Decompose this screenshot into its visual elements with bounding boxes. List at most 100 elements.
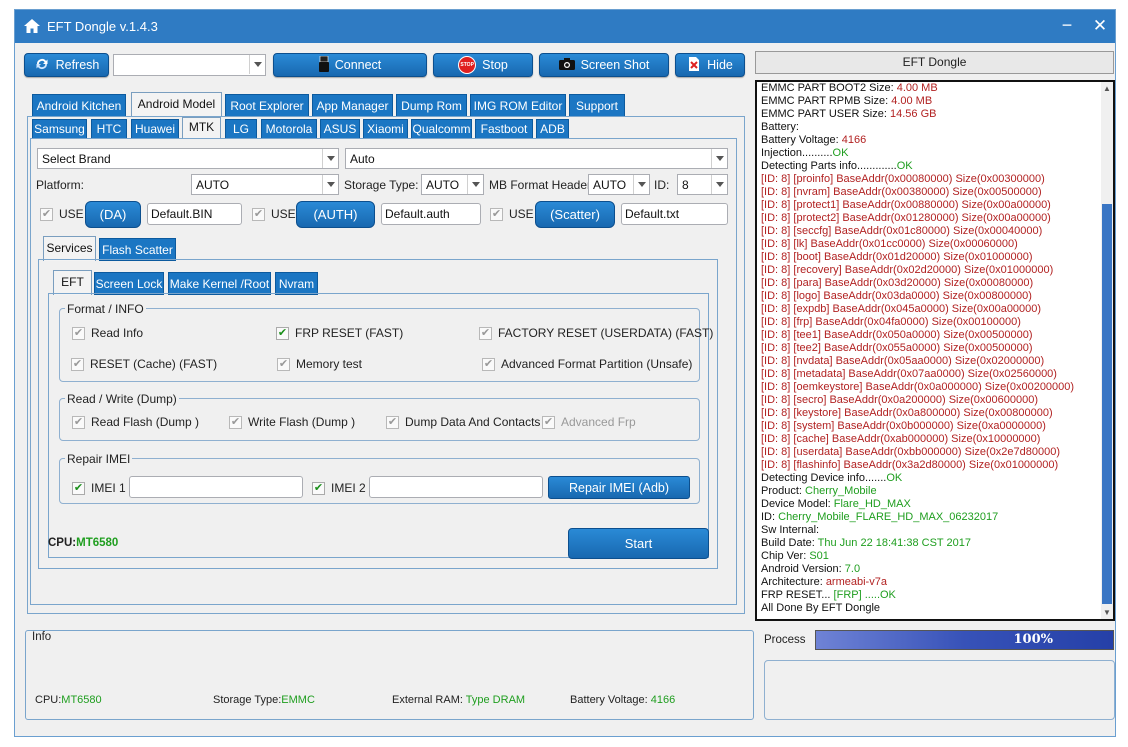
memory-test-checkbox[interactable]: ✔ Memory test [277, 357, 362, 371]
tab-qualcomm[interactable]: Qualcomm [411, 119, 472, 139]
tab-screen-lock[interactable]: Screen Lock [94, 272, 164, 295]
tab-root-explorer[interactable]: Root Explorer [225, 94, 309, 117]
tab-flash-scatter[interactable]: Flash Scatter [99, 238, 176, 261]
chevron-down-icon[interactable] [322, 149, 338, 168]
log-text: [ID: 8] [system] BaseAddr(0x0b000000) Si… [761, 420, 1046, 432]
close-button[interactable]: ✕ [1091, 17, 1109, 35]
platform-select[interactable]: AUTO [191, 174, 339, 195]
read-flash-checkbox[interactable]: ✔ Read Flash (Dump ) [72, 415, 199, 429]
advanced-format-checkbox[interactable]: ✔ Advanced Format Partition (Unsafe) [482, 357, 692, 371]
storage-type-select[interactable]: AUTO [421, 174, 484, 195]
tab-motorola[interactable]: Motorola [261, 119, 317, 139]
chevron-down-icon[interactable] [322, 175, 338, 194]
connect-button[interactable]: Connect [273, 53, 427, 77]
tab-android-model[interactable]: Android Model [131, 92, 222, 117]
log-text: [ID: 8] [keystore] BaseAddr(0x0a800000) … [761, 407, 1053, 419]
id-select[interactable]: 8 [677, 174, 728, 195]
log-line: [ID: 8] [nvram] BaseAddr(0x00380000) Siz… [757, 186, 1113, 199]
repair-imei-button[interactable]: Repair IMEI (Adb) [548, 476, 690, 499]
stop-button[interactable]: STOP Stop [433, 53, 533, 77]
minimize-button[interactable]: − [1058, 16, 1076, 34]
tab-eft[interactable]: EFT [53, 270, 92, 295]
port-select[interactable] [113, 54, 266, 76]
check-icon: ✔ [229, 415, 242, 429]
da-button[interactable]: (DA) [85, 201, 141, 228]
check-icon: ✔ [490, 207, 503, 221]
info-panel [25, 630, 754, 720]
camera-icon [558, 57, 575, 73]
scroll-thumb[interactable] [1102, 204, 1112, 604]
auth-file-field[interactable]: Default.auth [381, 203, 481, 225]
chevron-down-icon[interactable] [711, 175, 727, 194]
scatter-file-field[interactable]: Default.txt [621, 203, 728, 225]
imei2-field[interactable] [369, 476, 543, 498]
tab-samsung[interactable]: Samsung [32, 119, 87, 139]
log-line: [ID: 8] [protect2] BaseAddr(0x01280000) … [757, 212, 1113, 225]
tab-nvram[interactable]: Nvram [275, 272, 318, 295]
tab-huawei[interactable]: Huawei [131, 119, 179, 139]
tab-htc[interactable]: HTC [91, 119, 127, 139]
tab-img-rom-editor[interactable]: IMG ROM Editor [470, 94, 566, 117]
tab-asus[interactable]: ASUS [320, 119, 360, 139]
scroll-up-icon[interactable]: ▲ [1103, 84, 1111, 93]
log-text: [ID: 8] [lk] BaseAddr(0x01cc0000) Size(0… [761, 238, 1018, 250]
log-text: [ID: 8] [protect1] BaseAddr(0x00880000) … [761, 199, 1051, 211]
tab-app-manager[interactable]: App Manager [312, 94, 393, 117]
tab-adb[interactable]: ADB [536, 119, 569, 139]
auth-button[interactable]: (AUTH) [296, 201, 375, 228]
chevron-down-icon[interactable] [467, 175, 483, 194]
write-flash-checkbox[interactable]: ✔ Write Flash (Dump ) [229, 415, 355, 429]
tab-support[interactable]: Support [569, 94, 625, 117]
tab-make-kernel-root[interactable]: Make Kernel /Root [168, 272, 271, 295]
start-button[interactable]: Start [568, 528, 709, 559]
chevron-down-icon[interactable] [711, 149, 727, 168]
advanced-frp-checkbox[interactable]: ✔ Advanced Frp [542, 415, 636, 429]
log-value: armeabi-v7a [825, 576, 887, 588]
use-scatter-checkbox[interactable]: ✔ USE [490, 207, 534, 221]
tab-fastboot[interactable]: Fastboot [475, 119, 533, 139]
tab-android-kitchen[interactable]: Android Kitchen [32, 94, 126, 117]
factory-reset-checkbox[interactable]: ✔ FACTORY RESET (USERDATA) (FAST) [479, 326, 713, 340]
use-da-checkbox[interactable]: ✔ USE [40, 207, 84, 221]
reset-cache-checkbox[interactable]: ✔ RESET (Cache) (FAST) [71, 357, 217, 371]
hide-button[interactable]: Hide [675, 53, 745, 77]
frp-reset-checkbox[interactable]: ✔ FRP RESET (FAST) [276, 326, 403, 340]
tab-mtk[interactable]: MTK [182, 117, 221, 139]
log-line: [ID: 8] [para] BaseAddr(0x03d20000) Size… [757, 277, 1113, 290]
check-icon: ✔ [72, 326, 85, 340]
chevron-down-icon[interactable] [249, 55, 265, 74]
log-line: Architecture: armeabi-v7a [757, 576, 1113, 589]
imei1-checkbox[interactable]: ✔ IMEI 1 [72, 481, 126, 495]
imei1-field[interactable] [129, 476, 303, 498]
tab-xiaomi[interactable]: Xiaomi [363, 119, 408, 139]
log-line: Detecting Parts info.............OK [757, 160, 1113, 173]
scatter-button[interactable]: (Scatter) [535, 201, 615, 228]
log-text: [ID: 8] [nvram] BaseAddr(0x00380000) Siz… [761, 186, 1042, 198]
mb-format-label: MB Format Header [489, 178, 592, 192]
log-output[interactable]: EMMC PART BOOT2 Size: 4.00 MB EMMC PART R… [755, 80, 1115, 621]
da-file-field[interactable]: Default.BIN [147, 203, 242, 225]
screenshot-button[interactable]: Screen Shot [539, 53, 669, 77]
use-auth-checkbox[interactable]: ✔ USE [252, 207, 296, 221]
brand-select[interactable]: Select Brand [37, 148, 339, 169]
tab-dump-rom[interactable]: Dump Rom [396, 94, 467, 117]
log-line: [ID: 8] [oemkeystore] BaseAddr(0x0a00000… [757, 381, 1113, 394]
usb-icon [318, 55, 329, 75]
log-value: Thu Jun 22 18:41:38 CST 2017 [817, 537, 971, 549]
chevron-down-icon[interactable] [633, 175, 649, 194]
scroll-down-icon[interactable]: ▼ [1103, 608, 1111, 617]
log-line: [ID: 8] [cache] BaseAddr(0xab000000) Siz… [757, 433, 1113, 446]
refresh-button[interactable]: Refresh [24, 53, 109, 77]
dump-data-checkbox[interactable]: ✔ Dump Data And Contacts [386, 415, 540, 429]
mb-format-select[interactable]: AUTO [588, 174, 650, 195]
read-info-checkbox[interactable]: ✔ Read Info [72, 326, 143, 340]
side-header: EFT Dongle [755, 51, 1114, 74]
tab-services[interactable]: Services [43, 236, 96, 261]
log-line: [ID: 8] [secro] BaseAddr(0x0a200000) Siz… [757, 394, 1113, 407]
hide-icon [687, 56, 701, 75]
log-scrollbar[interactable]: ▲ ▼ [1101, 82, 1113, 619]
tab-lg[interactable]: LG [225, 119, 257, 139]
model-select[interactable]: Auto [345, 148, 728, 169]
imei2-checkbox[interactable]: ✔ IMEI 2 [312, 481, 366, 495]
id-label: ID: [654, 178, 670, 192]
